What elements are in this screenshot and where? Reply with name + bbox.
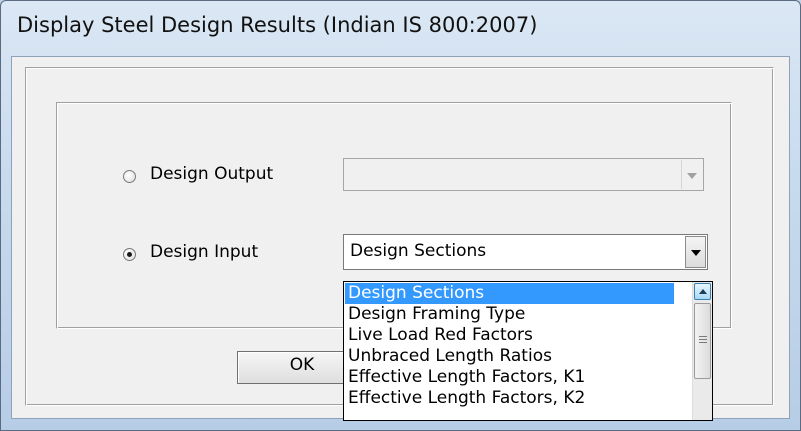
dropdown-option[interactable]: Unbraced Length Ratios	[345, 346, 674, 367]
grip-icon	[699, 339, 707, 340]
dropdown-option[interactable]: Effective Length Factors, K1	[345, 367, 674, 388]
dialog-body: Design Output Design Input Design Sectio…	[11, 56, 790, 421]
window-title: Display Steel Design Results (Indian IS …	[17, 13, 538, 37]
dropdown-option[interactable]: Live Load Red Factors	[345, 325, 674, 346]
chevron-down-icon	[687, 172, 697, 179]
design-input-combo-button[interactable]	[685, 236, 706, 268]
design-input-label[interactable]: Design Input	[150, 242, 258, 262]
design-output-combo[interactable]	[343, 158, 704, 191]
scroll-up-button[interactable]	[694, 283, 711, 300]
grip-icon	[699, 342, 707, 343]
design-input-combo-value: Design Sections	[350, 241, 487, 261]
scroll-thumb[interactable]	[694, 303, 711, 379]
title-bar[interactable]: Display Steel Design Results (Indian IS …	[1, 1, 800, 55]
design-output-combo-button[interactable]	[681, 160, 702, 189]
design-input-radio[interactable]	[123, 248, 136, 261]
dropdown-option[interactable]: Effective Length Factors, K2	[345, 388, 674, 409]
design-output-label[interactable]: Design Output	[150, 164, 273, 184]
dropdown-option[interactable]: Design Sections	[345, 283, 674, 304]
scroll-up-icon	[699, 289, 707, 294]
dialog-window: Display Steel Design Results (Indian IS …	[0, 0, 801, 431]
design-input-dropdown-list[interactable]: Design Sections Design Framing Type Live…	[343, 281, 713, 421]
design-output-radio[interactable]	[123, 170, 136, 183]
chevron-down-icon	[690, 250, 701, 256]
radio-selected-dot	[127, 252, 132, 257]
dropdown-scrollbar[interactable]	[692, 282, 712, 420]
dropdown-option[interactable]: Design Framing Type	[345, 304, 674, 325]
design-input-combo[interactable]: Design Sections	[343, 234, 708, 270]
grip-icon	[699, 336, 707, 337]
